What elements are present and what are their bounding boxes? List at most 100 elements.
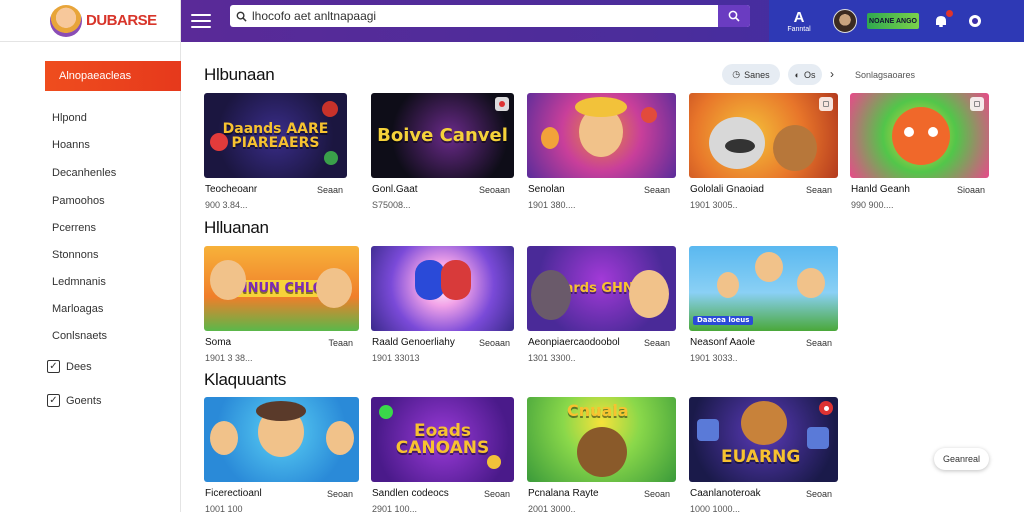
game-card[interactable]: Eoads CANOANS Sandlen codeocs Seoan 2901… <box>371 397 514 514</box>
game-thumbnail <box>204 397 359 482</box>
bookmark-icon[interactable] <box>819 401 833 415</box>
card-title: Gololali Gnaoiad <box>690 184 764 195</box>
avatar[interactable] <box>833 9 857 33</box>
search-button[interactable] <box>718 5 750 27</box>
bookmark-icon[interactable] <box>819 97 833 111</box>
sidebar-item[interactable]: Decanhenles <box>52 167 116 179</box>
card-title: Teocheoanr <box>205 184 258 195</box>
sidebar-cta-button[interactable]: Alnopaeacleas <box>45 61 181 91</box>
sidebar-item[interactable]: Ledmnanis <box>52 276 106 288</box>
chip-label: Sanes <box>744 69 770 80</box>
hamburger-menu-icon[interactable] <box>191 14 211 28</box>
notifications-icon[interactable] <box>932 10 953 30</box>
card-meta: 1001 100 <box>205 504 243 514</box>
card-title: Ficerectioanl <box>205 488 262 499</box>
game-thumbnail: Daacea loeus <box>689 246 838 331</box>
game-card[interactable]: Raald Genoerliahy Seoaan 1901 33013 <box>371 246 514 363</box>
game-thumbnail: Daards GHNOIL <box>527 246 676 331</box>
sidebar-item[interactable]: Stonnons <box>52 249 98 261</box>
card-meta: 2901 100... <box>372 504 418 514</box>
sidebar-checkbox[interactable]: ✓ Goents <box>47 394 101 407</box>
card-title: Aeonpiaercaodoobol <box>528 337 620 348</box>
filter-chip[interactable]: ◐ Os <box>788 64 822 85</box>
sidebar-checkbox-label: Goents <box>66 394 102 407</box>
card-title: Neasonf Aaole <box>690 337 756 348</box>
brand-name: DUBARSE <box>86 12 157 29</box>
card-title: Soma <box>205 337 232 348</box>
bookmark-icon[interactable] <box>970 97 984 111</box>
card-tag: Seaan <box>643 338 670 348</box>
sidebar-item[interactable]: Conlsnaets <box>52 330 107 342</box>
logo-mascot <box>50 4 82 37</box>
font-account-button[interactable]: A Fanntal <box>779 8 819 33</box>
game-thumbnail <box>371 246 514 331</box>
card-tag: Seaan <box>316 185 343 195</box>
game-thumbnail: Boive Canvel <box>371 93 514 178</box>
card-tag: Seoaan <box>478 185 510 195</box>
card-meta: 900 3.84... <box>205 200 248 210</box>
sidebar-checkbox[interactable]: ✓ Dees <box>47 360 92 373</box>
game-card[interactable]: Hanld Geanh Sioaan 990 900.... <box>850 93 989 210</box>
card-title: Caanlanoteroak <box>690 488 761 499</box>
game-card[interactable]: Daacea loeus Neasonf Aaole Seaan 1901 30… <box>689 246 838 363</box>
game-card[interactable]: Daands AARE PIAREAERS Teocheoanr Seaan 9… <box>204 93 347 210</box>
sidebar-item[interactable]: Marloagas <box>52 303 103 315</box>
card-tag: Seoan <box>483 489 510 499</box>
game-card[interactable]: Boive Canvel Gonl.Gaat Seoaan S75008... <box>371 93 514 210</box>
sort-label[interactable]: Sonlagsaoares <box>855 70 915 80</box>
card-tag: Seaan <box>805 185 832 195</box>
card-title: Raald Genoerliahy <box>372 337 455 348</box>
brand[interactable]: DUBARSE <box>0 0 181 42</box>
floating-action-button[interactable]: Geanreal <box>934 448 989 470</box>
controller-icon: ◐ <box>794 69 800 80</box>
game-thumbnail: Daands AARE PIAREAERS <box>204 93 347 178</box>
game-card[interactable]: Cnuala Pcnalana Rayte Seoan 2001 3000.. <box>527 397 676 514</box>
checkbox-checked-icon: ✓ <box>47 394 60 407</box>
card-tag: Sioaan <box>956 185 985 195</box>
game-card[interactable]: Gololali Gnaoiad Seaan 1901 3005.. <box>689 93 838 210</box>
game-card[interactable]: Daards GHNOIL Aeonpiaercaodoobol Seaan 1… <box>527 246 676 363</box>
filter-chip[interactable]: ◷ Sanes <box>722 64 780 85</box>
card-title: Sandlen codeocs <box>372 488 449 499</box>
card-meta: 1901 33013 <box>372 353 420 363</box>
section-title: Hlluanan <box>204 218 269 237</box>
bookmark-icon[interactable] <box>495 97 509 111</box>
game-thumbnail <box>689 93 838 178</box>
game-thumbnail <box>850 93 989 178</box>
game-card[interactable]: EUARNG Caanlanoteroak Seoan 1000 1000... <box>689 397 838 514</box>
card-meta: 1901 3005.. <box>690 200 738 210</box>
thumbnail-title: Boive Canvel <box>377 124 508 146</box>
sidebar-item[interactable]: Pcerrens <box>52 222 96 234</box>
thumbnail-title: Daacea loeus <box>693 316 754 325</box>
game-card[interactable]: HINNUN CHLOES Soma Teaan 1901 3 38... <box>204 246 359 363</box>
sidebar-item[interactable]: Hlpond <box>52 112 87 124</box>
game-thumbnail: Eoads CANOANS <box>371 397 514 482</box>
header-icons <box>932 0 984 42</box>
game-thumbnail: HINNUN CHLOES <box>204 246 359 331</box>
card-tag: Seoan <box>643 489 670 499</box>
game-thumbnail <box>527 93 676 178</box>
sidebar-item[interactable]: Pamoohos <box>52 195 105 207</box>
card-tag: Seoan <box>805 489 832 499</box>
chip-label: Os <box>803 69 816 80</box>
card-tag: Seaan <box>643 185 670 195</box>
sidebar-item[interactable]: Hoanns <box>52 139 90 151</box>
nav-a-label: A <box>793 8 805 26</box>
thumbnail-title: Cnuala <box>567 401 629 420</box>
card-title: Hanld Geanh <box>851 184 910 195</box>
sidebar: Alnopaeacleas Hlpond Hoanns Decanhenles … <box>0 42 181 512</box>
chevron-right-icon[interactable]: › <box>830 67 834 81</box>
card-title: Pcnalana Rayte <box>528 488 599 499</box>
card-meta: 990 900.... <box>851 200 894 210</box>
card-meta: 1901 3033.. <box>690 353 738 363</box>
search-input[interactable] <box>252 6 718 26</box>
search-icon <box>230 5 252 27</box>
chat-icon[interactable] <box>966 12 984 30</box>
game-card[interactable]: Ficerectioanl Seoan 1001 100 <box>204 397 359 514</box>
card-meta: 1901 380.... <box>528 200 576 210</box>
promo-badge[interactable]: NOANE ANGO <box>867 13 919 29</box>
game-card[interactable]: Senolan Seaan 1901 380.... <box>527 93 676 210</box>
card-title: Gonl.Gaat <box>372 184 418 195</box>
card-tag: Seoaan <box>478 338 510 348</box>
card-meta: 1901 3 38... <box>205 353 253 363</box>
